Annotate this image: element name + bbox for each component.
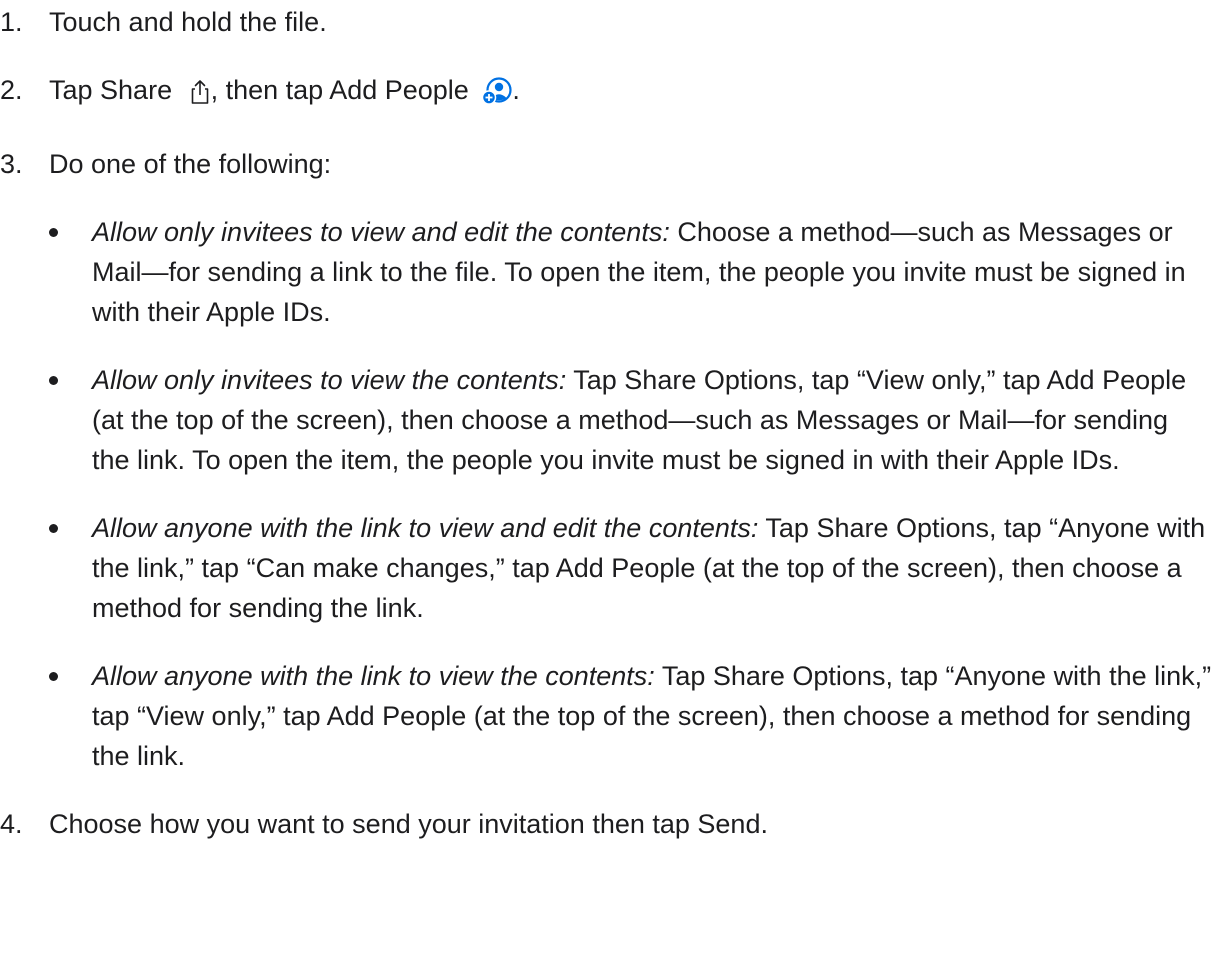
list-item: Allow only invitees to view and edit the… [49, 212, 1212, 332]
option-lead: Allow anyone with the link to view and e… [92, 513, 759, 543]
list-item: Allow anyone with the link to view and e… [49, 508, 1212, 628]
step-number: 4. [0, 809, 23, 839]
step-number: 2. [0, 75, 23, 105]
step-text: Choose how you want to send your invitat… [49, 809, 768, 839]
option-lead: Allow anyone with the link to view the c… [92, 661, 655, 691]
list-item: Allow only invitees to view the contents… [49, 360, 1212, 480]
share-icon [189, 76, 211, 116]
add-people-icon [482, 76, 512, 116]
step-4: 4. Choose how you want to send your invi… [0, 804, 1212, 844]
step-text-part: . [512, 75, 520, 105]
list-item: Allow anyone with the link to view the c… [49, 656, 1212, 776]
options-list: Allow only invitees to view and edit the… [49, 212, 1212, 776]
option-lead: Allow only invitees to view the contents… [92, 365, 567, 395]
step-3: 3. Do one of the following: Allow only i… [0, 144, 1212, 776]
step-1: 1. Touch and hold the file. [0, 0, 1212, 42]
step-text-part: , then tap Add People [210, 75, 469, 105]
option-lead: Allow only invitees to view and edit the… [92, 217, 670, 247]
step-number: 1. [0, 7, 23, 37]
step-text: Do one of the following: [49, 149, 332, 179]
step-2: 2. Tap Share , then tap Add People . [0, 70, 1212, 116]
step-text-part: Tap Share [49, 75, 173, 105]
step-number: 3. [0, 149, 23, 179]
steps-list: 1. Touch and hold the file. 2. Tap Share… [0, 0, 1212, 844]
step-text: Touch and hold the file. [49, 7, 327, 37]
